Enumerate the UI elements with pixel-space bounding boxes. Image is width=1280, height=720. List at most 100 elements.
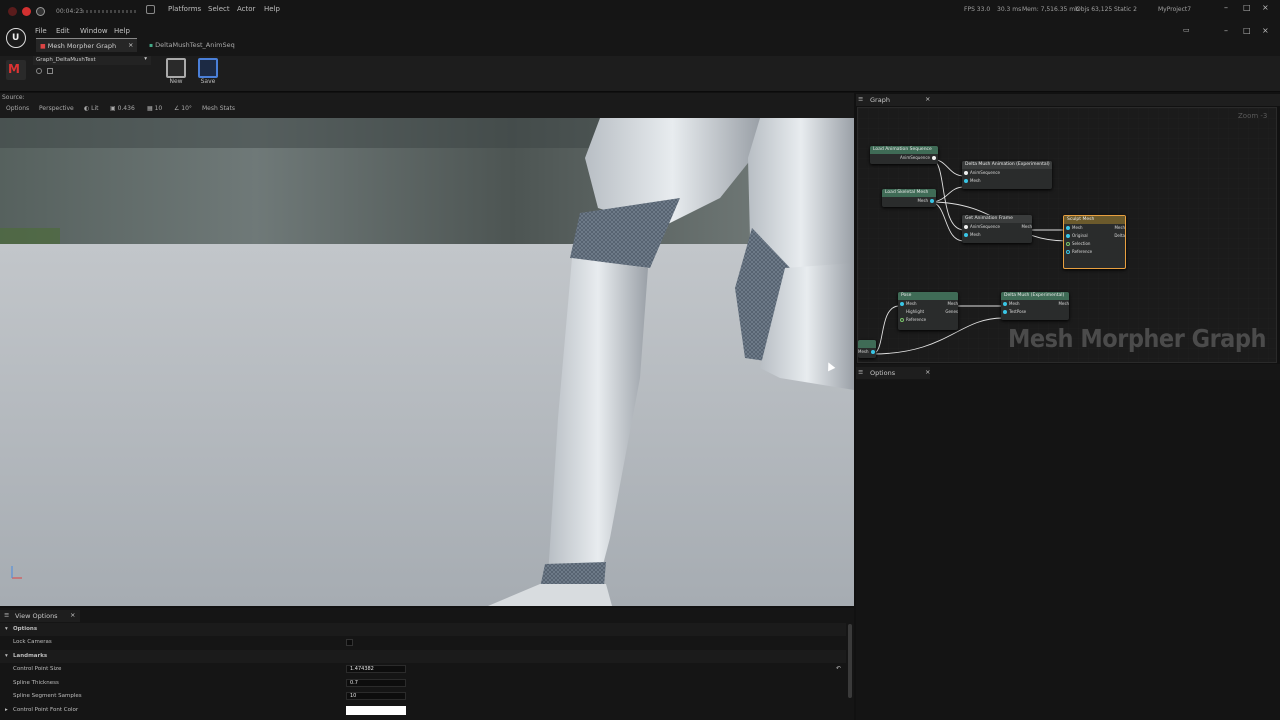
pin-mesh-out[interactable]: Mesh [882,197,936,205]
browse-icon[interactable] [36,68,42,74]
chevron-right-icon[interactable]: ▸ [5,707,8,713]
record-stop-icon[interactable] [8,7,17,16]
record-timer: 00:04:23 [56,8,83,15]
layout-icon[interactable]: ▭ [1183,26,1190,34]
pin-mesh-in[interactable]: Mesh Mesh [1001,300,1069,308]
graph-panel-tab[interactable]: ≡ Graph × [856,94,1280,106]
maximize-icon[interactable]: □ [1243,26,1251,35]
3d-viewport[interactable] [0,118,854,606]
project-name: MyProject7 [1158,6,1192,13]
pin-reference-in[interactable]: Reference [898,316,958,324]
new-button[interactable]: New [163,58,189,88]
reset-to-default-icon[interactable]: ↶ [836,665,841,672]
close-icon[interactable]: × [1262,3,1269,12]
menu-actor[interactable]: Actor [237,5,255,13]
pin-original-in[interactable]: Original Delta [1064,232,1125,240]
menu-platforms[interactable]: Platforms [168,5,201,13]
menu-window[interactable]: Window [80,27,108,35]
node-load-skeletal-mesh[interactable]: Load Skeletal Mesh Mesh [882,189,936,207]
record-level-meter [82,10,138,13]
pin-reference-in[interactable]: Reference [1064,248,1125,256]
panel-menu-icon: ≡ [4,611,10,619]
viewport-rotation-snap[interactable]: ∠ 10° [174,105,192,115]
menu-help-top[interactable]: Help [264,5,280,13]
new-file-icon [166,58,186,78]
pin-animsequence-in[interactable]: AnimSequence Mesh [962,223,1032,231]
tab-label: Mesh Morpher Graph [47,42,117,50]
pin-mesh-in[interactable]: Mesh Mesh [1064,224,1125,232]
row-lock-cameras: Lock Cameras [0,636,846,649]
screenshot-icon[interactable] [146,5,155,14]
pin-highlight-in[interactable]: Highlight Genes [898,308,958,316]
stat-ms: 30.3 ms [997,6,1022,13]
asset-dropdown[interactable]: Graph_DeltaMushTest ▾ [33,56,151,65]
viewport-perspective-button[interactable]: Perspective [39,105,74,115]
viewport-source-label: Source: [2,94,25,101]
node-get-animation-frame[interactable]: Get Animation Frame AnimSequence Mesh Mes… [962,215,1032,243]
graph-panel-close-icon[interactable]: × [925,95,930,103]
maximize-icon[interactable]: □ [1243,3,1251,12]
node-load-animation-sequence[interactable]: Load Animation Sequence AnimSequence [870,146,938,164]
node-pose[interactable]: Pose Mesh Mesh Highlight Genes Reference [898,292,958,330]
pin-animsequence-in[interactable]: AnimSequence [962,169,1052,177]
viewport-mesh-stats-button[interactable]: Mesh Stats [202,105,235,115]
pin-selection-in[interactable]: Selection [1064,240,1125,248]
pin-mesh-out[interactable]: Mesh [858,348,876,356]
viewport-camera-speed[interactable]: ▣ 0.436 [110,105,135,115]
options-panel-tab[interactable]: ≡ Options × [856,367,930,379]
node-offscreen-mesh-source[interactable]: Mesh [858,340,876,358]
menu-help[interactable]: Help [114,27,130,35]
minimize-icon[interactable]: – [1224,3,1228,12]
lock-cameras-checkbox[interactable] [346,639,353,646]
folder-icon[interactable] [47,68,53,74]
pin-mesh-in[interactable]: Mesh Mesh [898,300,958,308]
panel-menu-icon: ≡ [858,95,864,103]
close-icon[interactable]: × [1262,26,1269,35]
save-button[interactable]: Save [195,58,221,88]
view-options-close-icon[interactable]: × [70,611,75,619]
section-landmarks[interactable]: ▾ Landmarks [0,650,846,663]
options-panel-body [856,380,1280,720]
node-sculpt-mesh[interactable]: Sculpt Mesh Mesh Mesh Original Delta Selec… [1063,215,1126,269]
stat-static: Static 2 [1114,6,1137,13]
graph-canvas[interactable]: Zoom -3 Mesh Morpher Graph Load Animatio… [857,107,1277,363]
graph-zoom-label: Zoom -3 [1238,112,1268,120]
font-color-swatch[interactable] [346,706,406,715]
pin-mesh-in[interactable]: Mesh [962,231,1032,239]
pause-icon[interactable] [36,7,45,16]
control-point-size-input[interactable]: 1.474382 [346,665,406,673]
tab-deltamushtest-animseq[interactable]: ▪ DeltaMushTest_AnimSeq [145,38,241,52]
panel-menu-icon: ≡ [858,368,864,376]
pin-animsequence-out[interactable]: AnimSequence [870,154,938,162]
graph-asset-icon: ■ [40,43,46,50]
section-options[interactable]: ▾ Options [0,623,846,636]
pin-mesh-in[interactable]: Mesh [962,177,1052,185]
record-icon[interactable] [22,7,31,16]
viewport-options-button[interactable]: Options [6,105,29,115]
graph-watermark: Mesh Morpher Graph [1008,324,1266,353]
stat-mem: Mem: 7,516.35 mb [1022,6,1079,13]
menu-select[interactable]: Select [208,5,230,13]
mesh-morpher-logo-icon: M [6,60,26,80]
node-delta-mush-animation[interactable]: Delta Mush Animation (Experimental) Anim… [962,161,1052,189]
spline-thickness-input[interactable]: 0.7 [346,679,406,687]
toolbar [0,56,1280,92]
row-spline-thickness: Spline Thickness 0.7 [0,677,846,690]
menu-edit[interactable]: Edit [56,27,70,35]
tab-mesh-morpher-graph[interactable]: ■ Mesh Morpher Graph × [36,38,137,52]
viewport-grid-snap[interactable]: ▦ 10 [147,105,162,115]
view-options-scrollbar[interactable] [848,624,852,698]
tab-close-icon[interactable]: × [128,41,133,49]
minimize-icon[interactable]: – [1224,26,1228,35]
tab-label: DeltaMushTest_AnimSeq [155,41,235,49]
viewport-lit-button[interactable]: ◐ Lit [84,105,99,115]
menu-file[interactable]: File [35,27,47,35]
pin-testpose-in[interactable]: TestPose [1001,308,1069,316]
options-panel-close-icon[interactable]: × [925,368,930,376]
node-delta-mush[interactable]: Delta Mush (Experimental) Mesh Mesh TestP… [1001,292,1069,320]
row-control-point-font-color: ▸ Control Point Font Color [0,704,846,717]
stat-objs: Objs 63,125 [1076,6,1113,13]
view-options-tab[interactable]: ≡ View Options × [0,610,80,622]
unreal-logo-icon: U [6,28,26,48]
spline-segment-samples-input[interactable]: 10 [346,692,406,700]
